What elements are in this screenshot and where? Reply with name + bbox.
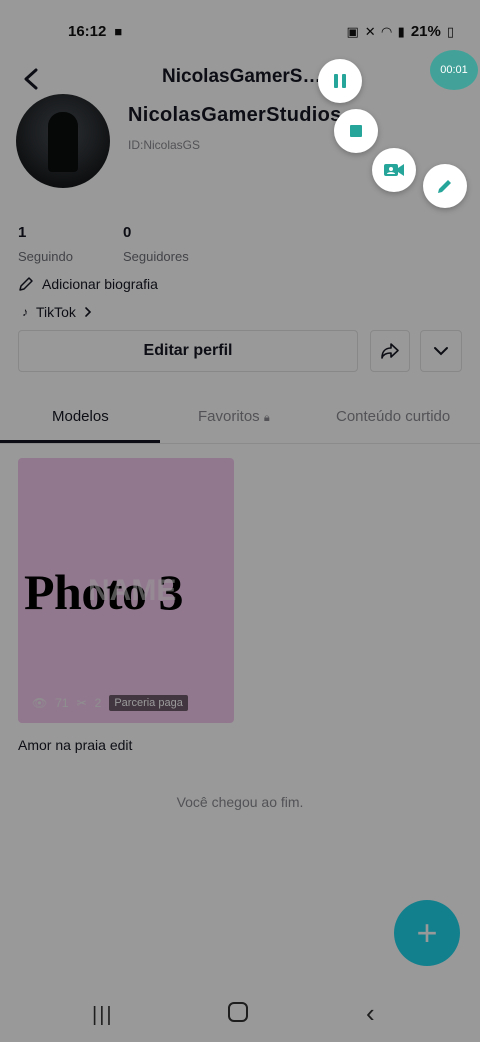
recording-timer[interactable]: 00:01: [430, 50, 478, 90]
pencil-icon: [438, 180, 451, 193]
pause-icon: [334, 74, 346, 88]
stop-icon: [350, 125, 362, 137]
pause-recording-button[interactable]: [318, 59, 362, 103]
video-camera-icon: [384, 164, 404, 176]
stop-recording-button[interactable]: [334, 109, 378, 153]
selfie-camera-button[interactable]: [372, 148, 416, 192]
draw-button[interactable]: [423, 164, 467, 208]
